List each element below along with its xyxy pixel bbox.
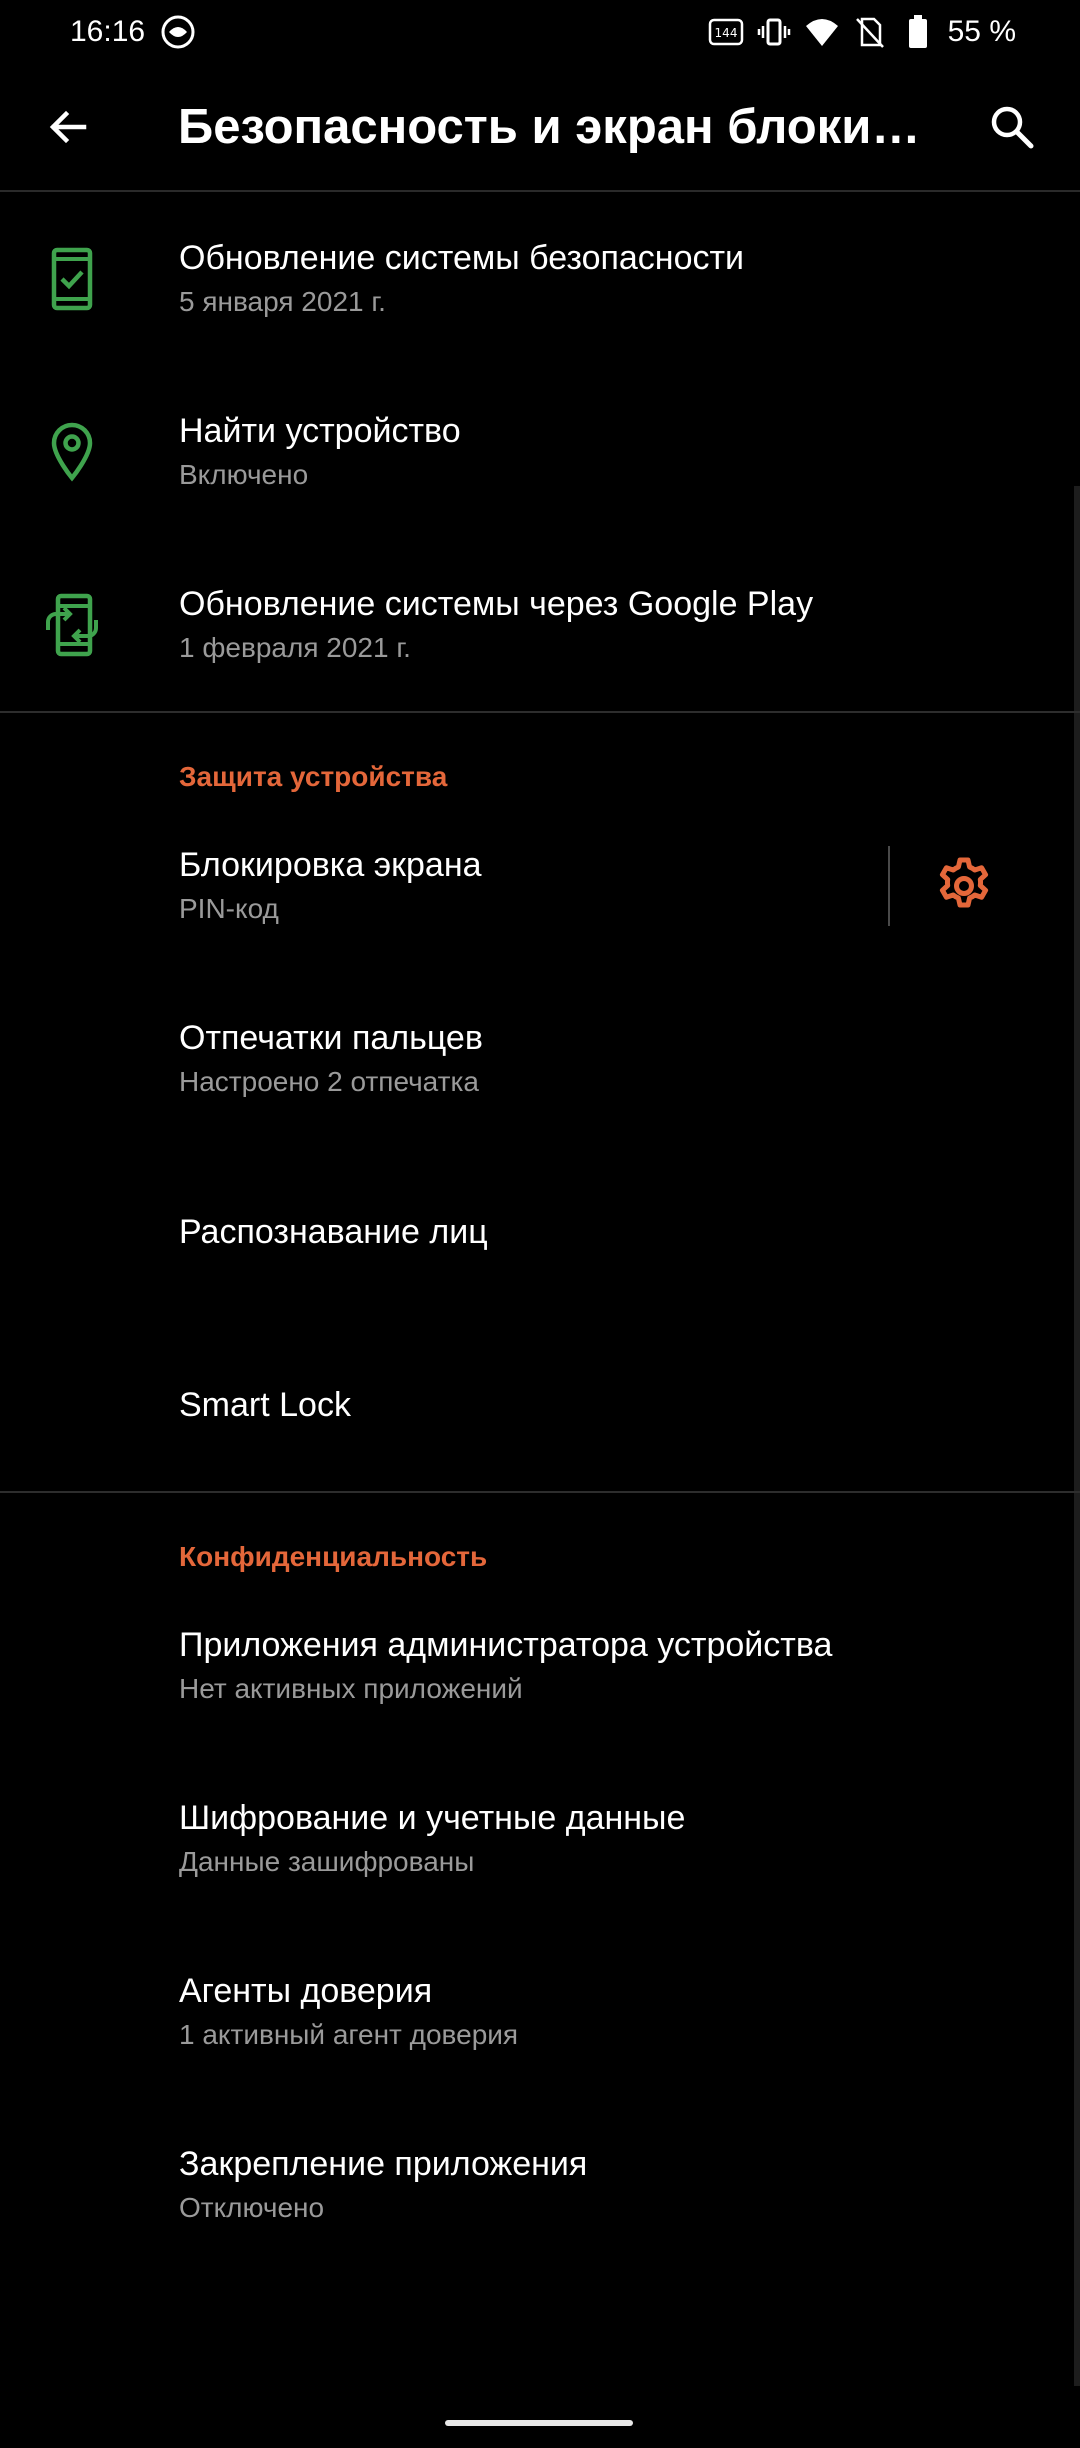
status-bar: 16:16 144 55 % xyxy=(0,0,1080,64)
wifi-icon xyxy=(802,12,842,52)
section-title: Конфиденциальность xyxy=(179,1541,488,1572)
battery-icon xyxy=(898,12,938,52)
item-subtitle: Нет активных приложений xyxy=(179,1672,523,1704)
item-title: Smart Lock xyxy=(179,1385,351,1424)
list-item-app-pinning[interactable]: Закрепление приложения Отключено xyxy=(0,2098,1080,2271)
item-subtitle: PIN-код xyxy=(179,892,279,924)
vertical-separator xyxy=(888,845,890,926)
back-button[interactable] xyxy=(36,95,100,159)
item-title: Отпечатки пальцев xyxy=(179,1018,483,1057)
item-title: Найти устройство xyxy=(179,411,461,450)
list-item-google-play-update[interactable]: Обновление системы через Google Play 1 ф… xyxy=(0,538,1080,711)
list-item-smart-lock[interactable]: Smart Lock xyxy=(0,1318,1080,1491)
search-icon xyxy=(991,106,1034,149)
list-item-find-device[interactable]: Найти устройство Включено xyxy=(0,365,1080,538)
item-subtitle: 1 февраля 2021 г. xyxy=(179,631,411,663)
item-subtitle: Настроено 2 отпечатка xyxy=(179,1065,479,1097)
item-title: Закрепление приложения xyxy=(179,2144,588,2183)
refresh-rate-icon: 144 xyxy=(706,12,746,52)
list-item-encryption[interactable]: Шифрование и учетные данные Данные зашиф… xyxy=(0,1752,1080,1925)
item-title: Обновление системы безопасности xyxy=(179,238,745,277)
list-item-fingerprints[interactable]: Отпечатки пальцев Настроено 2 отпечатка xyxy=(0,972,1080,1145)
list-item-screen-lock[interactable]: Блокировка экрана PIN-код xyxy=(0,799,1080,972)
status-time: 16:16 xyxy=(70,15,146,48)
search-button[interactable] xyxy=(980,95,1044,159)
section-header-privacy: Конфиденциальность xyxy=(0,1493,1080,1579)
no-sim-icon xyxy=(850,12,890,52)
item-subtitle: 1 активный агент доверия xyxy=(179,2018,519,2050)
list-item-trust-agents[interactable]: Агенты доверия 1 активный агент доверия xyxy=(0,1925,1080,2098)
item-subtitle: Данные зашифрованы xyxy=(179,1845,475,1877)
item-title: Шифрование и учетные данные xyxy=(179,1798,686,1837)
phone-check-icon xyxy=(42,243,102,315)
item-title: Агенты доверия xyxy=(179,1971,433,2010)
status-icons: 144 55 % xyxy=(698,12,1016,52)
location-pin-icon xyxy=(42,416,102,488)
list-item-security-update[interactable]: Обновление системы безопасности 5 января… xyxy=(0,192,1080,365)
notification-app-icon xyxy=(160,14,196,50)
item-title: Распознавание лиц xyxy=(179,1212,488,1251)
item-subtitle: Отключено xyxy=(179,2191,325,2223)
item-subtitle: 5 января 2021 г. xyxy=(179,285,386,317)
item-title: Приложения администратора устройства xyxy=(179,1625,833,1664)
screen-lock-settings-button[interactable] xyxy=(928,850,1000,922)
gear-icon xyxy=(939,857,989,907)
item-title: Блокировка экрана xyxy=(179,845,482,884)
phone-update-icon xyxy=(42,589,102,661)
item-subtitle: Включено xyxy=(179,458,309,490)
app-bar: Безопасность и экран блоки… xyxy=(0,64,1080,192)
section-title: Защита устройства xyxy=(179,761,448,792)
settings-list: Обновление системы безопасности 5 января… xyxy=(0,192,1080,2271)
home-indicator[interactable] xyxy=(445,2420,633,2426)
vibrate-icon xyxy=(754,12,794,52)
page-title: Безопасность и экран блоки… xyxy=(178,100,921,154)
battery-percent: 55 % xyxy=(947,15,1016,48)
section-header-device-protection: Защита устройства xyxy=(0,713,1080,799)
arrow-left-icon xyxy=(49,110,87,144)
list-item-device-admin-apps[interactable]: Приложения администратора устройства Нет… xyxy=(0,1579,1080,1752)
list-item-face-recognition[interactable]: Распознавание лиц xyxy=(0,1145,1080,1318)
item-title: Обновление системы через Google Play xyxy=(179,584,814,623)
svg-text:144: 144 xyxy=(714,26,737,40)
